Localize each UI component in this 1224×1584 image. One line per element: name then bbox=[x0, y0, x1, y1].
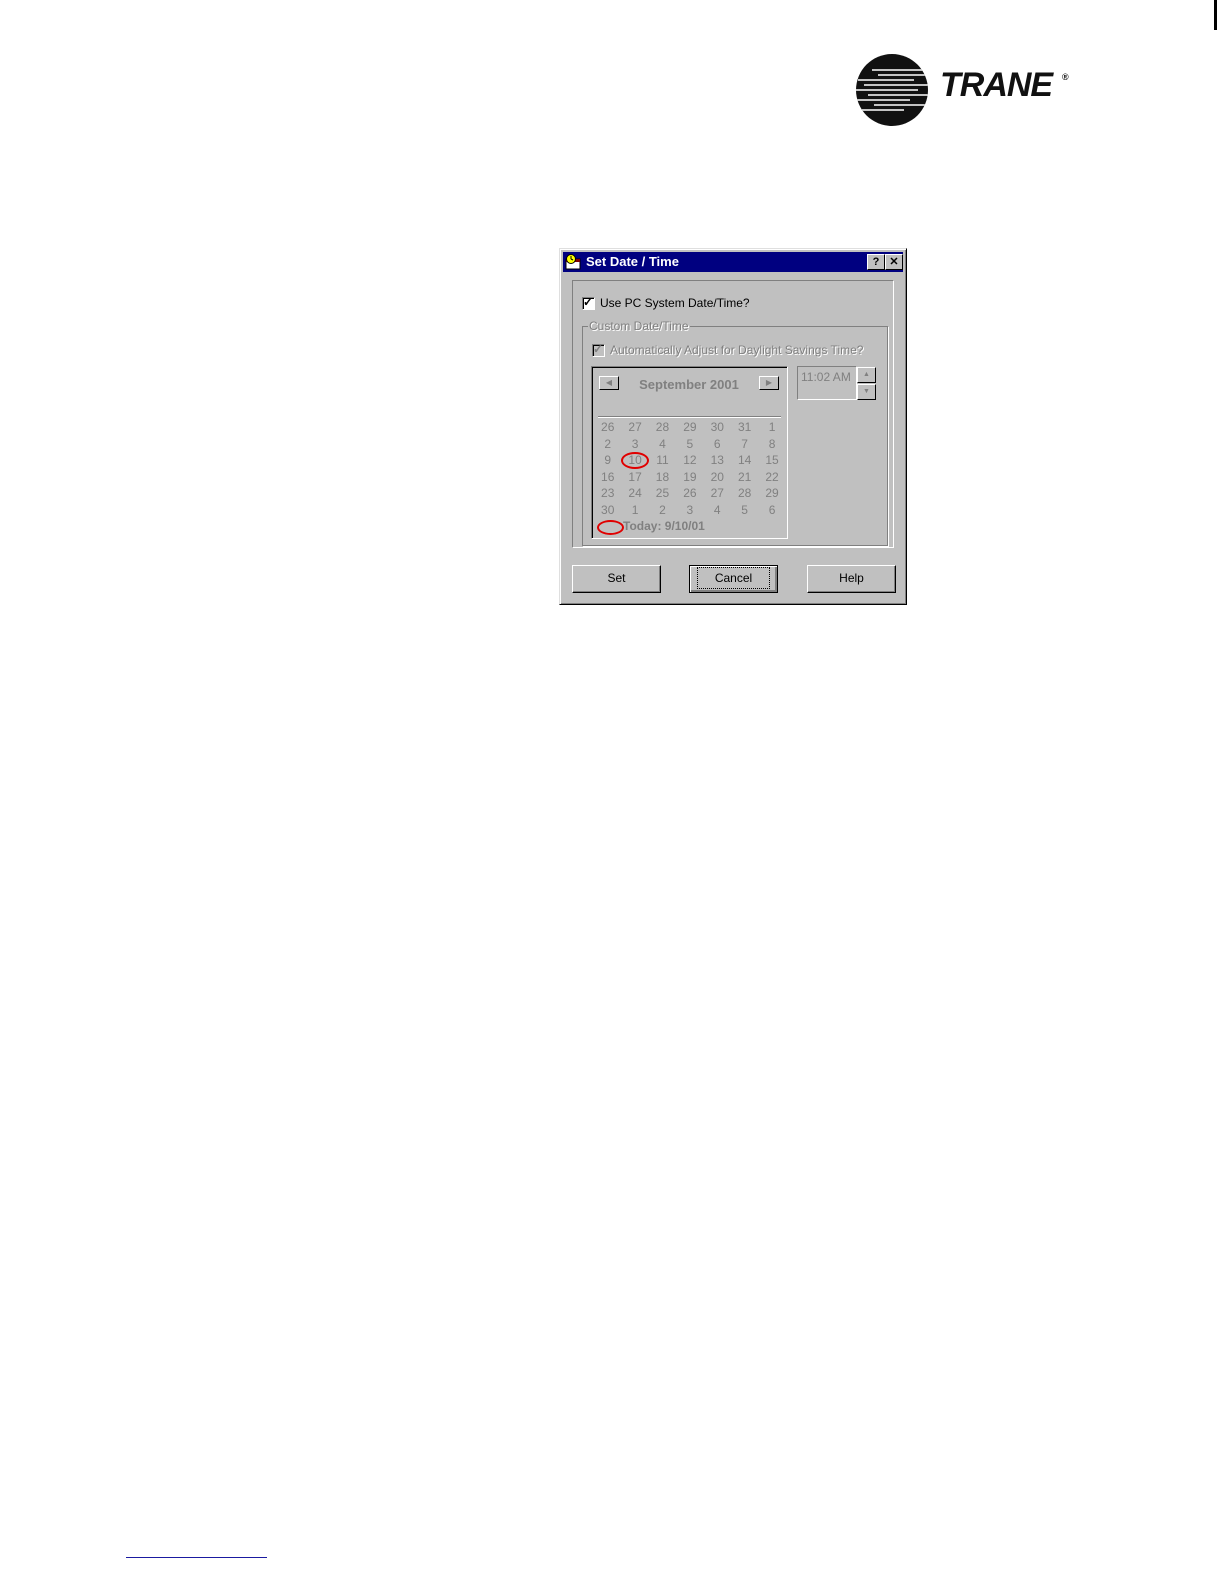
calendar-day[interactable]: 3 bbox=[676, 502, 703, 519]
calendar-day[interactable]: 2 bbox=[594, 436, 621, 453]
calendar-day[interactable]: 29 bbox=[676, 419, 703, 436]
calendar-day[interactable]: 21 bbox=[731, 469, 758, 486]
next-month-button[interactable]: ▶ bbox=[759, 376, 779, 390]
time-input[interactable]: 11:02 AM bbox=[797, 366, 857, 400]
calendar-day[interactable]: 12 bbox=[676, 452, 703, 469]
calendar-day[interactable]: 25 bbox=[649, 485, 676, 502]
auto-dst-label[interactable]: Automatically Adjust for Daylight Saving… bbox=[610, 343, 863, 357]
calendar-day[interactable]: 17 bbox=[621, 469, 648, 486]
calendar-day[interactable]: 26 bbox=[676, 485, 703, 502]
today-label[interactable]: Today: 9/10/01 bbox=[623, 519, 705, 533]
help-button[interactable]: Help bbox=[807, 565, 896, 593]
logo-wordmark: TRANE bbox=[940, 66, 1053, 104]
time-value: 11:02 AM bbox=[801, 370, 851, 384]
calendar-day[interactable]: 5 bbox=[676, 436, 703, 453]
calendar-day[interactable]: 2 bbox=[649, 502, 676, 519]
checkmark-icon: ✓ bbox=[583, 295, 594, 309]
calendar-divider bbox=[598, 416, 781, 417]
calendar-day[interactable]: 11 bbox=[649, 452, 676, 469]
title-bar[interactable]: Set Date / Time ? ✕ bbox=[563, 252, 903, 272]
calendar-day[interactable]: 14 bbox=[731, 452, 758, 469]
calendar-day[interactable]: 6 bbox=[704, 436, 731, 453]
calendar-day[interactable]: 4 bbox=[704, 502, 731, 519]
calendar-week-row: 26 27 28 29 30 31 1 bbox=[594, 419, 786, 436]
calendar-day[interactable]: 9 bbox=[594, 452, 621, 469]
calendar-week-row: 16 17 18 19 20 21 22 bbox=[594, 469, 786, 486]
trane-globe-icon bbox=[856, 54, 928, 126]
time-spin-up-button[interactable]: ▲ bbox=[857, 367, 876, 383]
time-spin-down-button[interactable]: ▼ bbox=[857, 384, 876, 400]
calendar-day[interactable]: 13 bbox=[704, 452, 731, 469]
calendar-day[interactable]: 5 bbox=[731, 502, 758, 519]
footer-rule bbox=[126, 1557, 267, 1558]
calendar-month-label[interactable]: September 2001 bbox=[624, 377, 754, 392]
cancel-button[interactable]: Cancel bbox=[689, 565, 778, 593]
today-circle-annotation bbox=[597, 520, 624, 535]
checkmark-icon: ✓ bbox=[593, 342, 604, 356]
calendar-day[interactable]: 3 bbox=[621, 436, 648, 453]
calendar-week-row: 2345678 bbox=[594, 436, 786, 453]
cancel-button-label: Cancel bbox=[696, 567, 771, 589]
help-title-button[interactable]: ? bbox=[867, 254, 885, 270]
month-calendar[interactable]: ◀ September 2001 ▶ 26 27 28 29 30 31 1 2 3 4 5 6 7 8 9… bbox=[591, 366, 788, 539]
close-button[interactable]: ✕ bbox=[885, 254, 903, 270]
page-edge-rule bbox=[1214, 0, 1217, 30]
calendar-day[interactable]: 19 bbox=[676, 469, 703, 486]
calendar-day[interactable]: 28 bbox=[649, 419, 676, 436]
calendar-day[interactable]: 15 bbox=[758, 452, 785, 469]
set-date-time-dialog: Set Date / Time ? ✕ ✓ Use PC System Date… bbox=[559, 248, 907, 605]
registered-mark: ® bbox=[1062, 72, 1069, 82]
calendar-day[interactable]: 18 bbox=[649, 469, 676, 486]
calendar-day[interactable]: 27 bbox=[621, 419, 648, 436]
calendar-day[interactable]: 24 bbox=[621, 485, 648, 502]
calendar-day[interactable]: 22 bbox=[758, 469, 785, 486]
calendar-day[interactable]: 20 bbox=[704, 469, 731, 486]
set-button[interactable]: Set bbox=[572, 565, 661, 593]
calendar-day[interactable]: 29 bbox=[758, 485, 785, 502]
dialog-title: Set Date / Time bbox=[586, 254, 679, 269]
calendar-week-row: 23 24 25 26 27 28 29 bbox=[594, 485, 786, 502]
calendar-day[interactable]: 1 bbox=[758, 419, 785, 436]
prev-month-button[interactable]: ◀ bbox=[599, 376, 619, 390]
highlight-circle-annotation bbox=[621, 452, 649, 469]
calendar-day[interactable]: 7 bbox=[731, 436, 758, 453]
calendar-day[interactable]: 30 bbox=[594, 502, 621, 519]
calendar-day-grid: 26 27 28 29 30 31 1 2 3 4 5 6 7 8 9 10 11 12 13 14 15 16 17 18 1… bbox=[594, 419, 786, 518]
auto-dst-checkbox[interactable]: ✓ bbox=[592, 342, 605, 357]
calendar-week-row: 30 1 2 3 4 5 6 bbox=[594, 502, 786, 519]
calendar-day[interactable]: 30 bbox=[704, 419, 731, 436]
calendar-day[interactable]: 26 bbox=[594, 419, 621, 436]
calendar-day[interactable]: 6 bbox=[758, 502, 785, 519]
calendar-day[interactable]: 23 bbox=[594, 485, 621, 502]
trane-logo: TRANE ® bbox=[854, 52, 1084, 128]
calendar-day[interactable]: 1 bbox=[621, 502, 648, 519]
custom-date-time-legend: Custom Date/Time bbox=[588, 319, 690, 333]
use-pc-time-checkbox[interactable]: ✓ bbox=[582, 295, 595, 310]
calendar-day[interactable]: 4 bbox=[649, 436, 676, 453]
use-pc-time-label[interactable]: Use PC System Date/Time? bbox=[600, 296, 750, 310]
calendar-day[interactable]: 8 bbox=[758, 436, 785, 453]
clock-calendar-icon bbox=[565, 254, 581, 270]
calendar-day[interactable]: 28 bbox=[731, 485, 758, 502]
calendar-day[interactable]: 27 bbox=[704, 485, 731, 502]
calendar-day[interactable]: 31 bbox=[731, 419, 758, 436]
calendar-day[interactable]: 16 bbox=[594, 469, 621, 486]
